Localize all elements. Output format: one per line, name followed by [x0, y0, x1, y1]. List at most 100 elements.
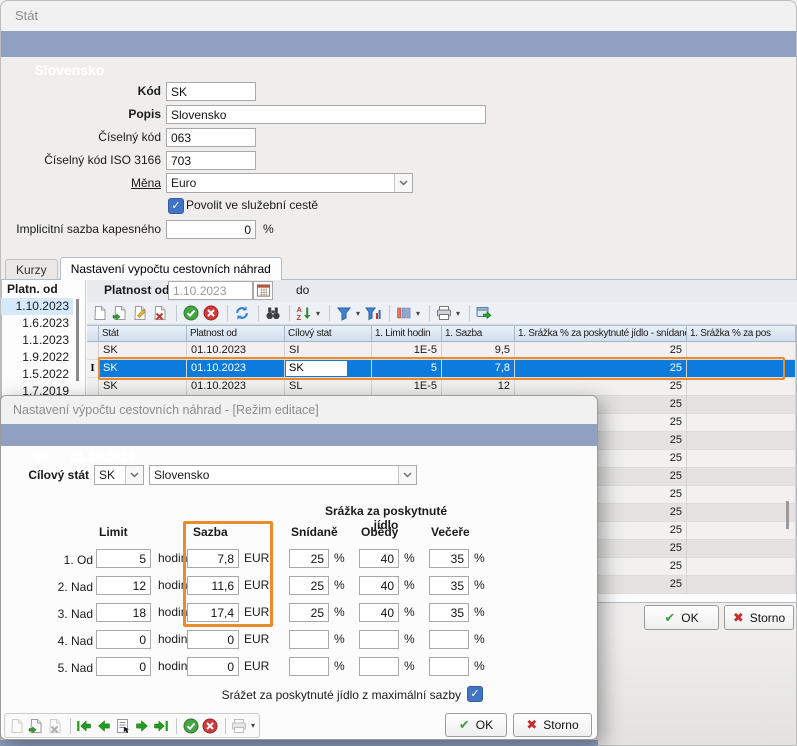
table-row[interactable]: SK01.10.2023SI1E-59,525: [87, 342, 796, 360]
snidane-input[interactable]: [289, 657, 329, 676]
povolit-checkbox[interactable]: [168, 198, 184, 214]
delete-record-icon[interactable]: [151, 305, 169, 322]
chevron-down-icon[interactable]: [398, 466, 416, 484]
date-list-item[interactable]: 1.9.2022: [1, 349, 73, 366]
snidane-input[interactable]: [289, 603, 329, 622]
mena-label[interactable]: Měna: [1, 173, 161, 193]
columns-dropdown-icon[interactable]: ▾: [416, 309, 420, 318]
limit-input[interactable]: [96, 603, 151, 622]
left-panel-header: Platn. od: [7, 282, 58, 296]
date-list-item[interactable]: 1.5.2022: [1, 366, 73, 383]
table-column-header[interactable]: 1. Srážka % za pos: [687, 326, 796, 341]
limit-input[interactable]: [96, 576, 151, 595]
limit-input[interactable]: [96, 657, 151, 676]
record-list-icon[interactable]: [114, 717, 131, 734]
inline-edit-cell[interactable]: SK: [286, 361, 347, 376]
chevron-down-icon[interactable]: [394, 174, 412, 192]
table-scrollbar-thumb[interactable]: [786, 501, 789, 529]
snidane-input[interactable]: [289, 630, 329, 649]
cancel-icon[interactable]: [202, 305, 220, 322]
ciselny-kod-input[interactable]: [166, 128, 256, 147]
srazet-checkbox[interactable]: [467, 686, 483, 702]
date-list-item[interactable]: 1.6.2023: [1, 315, 73, 332]
obedy-input[interactable]: [359, 603, 399, 622]
limit-input[interactable]: [96, 630, 151, 649]
prev-record-icon[interactable]: [95, 717, 112, 734]
table-column-header[interactable]: Cílový stat: [285, 326, 372, 341]
filter-icon[interactable]: [335, 305, 353, 322]
platnost-od-input[interactable]: [168, 281, 253, 300]
vecere-input[interactable]: [429, 549, 469, 568]
dialog-ok-button[interactable]: ✔ OK: [445, 713, 507, 737]
sazba-input[interactable]: [187, 549, 239, 568]
accept-icon[interactable]: [182, 305, 200, 322]
table-row[interactable]: SK01.10.2023SL1E-51225: [87, 378, 796, 396]
dialog-storno-button[interactable]: ✖ Storno: [513, 713, 592, 737]
cilovy-stat-code-combobox[interactable]: SK: [94, 465, 144, 485]
window-titlebar[interactable]: Stát: [1, 1, 796, 31]
last-record-icon[interactable]: [152, 717, 169, 734]
filter-dropdown-icon[interactable]: ▾: [356, 309, 360, 318]
refresh-icon[interactable]: [233, 305, 251, 322]
snidane-input[interactable]: [289, 576, 329, 595]
vecere-input[interactable]: [429, 630, 469, 649]
popis-input[interactable]: [166, 105, 486, 124]
left-scrollbar-thumb[interactable]: [76, 299, 79, 381]
snidane-input[interactable]: [289, 549, 329, 568]
print-icon[interactable]: [435, 305, 453, 322]
edit-record-icon[interactable]: [131, 305, 149, 322]
obedy-input[interactable]: [359, 630, 399, 649]
accept-icon[interactable]: [182, 717, 199, 734]
columns-icon[interactable]: [395, 305, 413, 322]
date-list-item[interactable]: 1.1.2023: [1, 332, 73, 349]
obedy-input[interactable]: [359, 549, 399, 568]
filter-chart-icon[interactable]: [364, 305, 382, 322]
sazba-input[interactable]: [187, 603, 239, 622]
copy-record-icon[interactable]: [111, 305, 129, 322]
kapesne-input[interactable]: [166, 220, 256, 239]
sazba-input[interactable]: [187, 630, 239, 649]
cilovy-stat-name-combobox[interactable]: Slovensko: [149, 465, 417, 485]
vecere-unit-label: %: [474, 630, 485, 649]
obedy-input[interactable]: [359, 576, 399, 595]
mena-combobox[interactable]: Euro: [166, 173, 413, 193]
vecere-input[interactable]: [429, 603, 469, 622]
sazba-input[interactable]: [187, 576, 239, 595]
date-list-item[interactable]: 1.10.2023: [1, 298, 73, 315]
copy-record-icon[interactable]: [27, 717, 44, 734]
first-record-icon[interactable]: [76, 717, 93, 734]
dialog-titlebar[interactable]: Nastavení výpočtu cestovních náhrad - [R…: [1, 396, 597, 424]
new-record-icon[interactable]: [91, 305, 109, 322]
iso-kod-input[interactable]: [166, 151, 256, 170]
export-icon[interactable]: [475, 305, 493, 322]
next-record-icon[interactable]: [133, 717, 150, 734]
table-column-header[interactable]: 1. Limit hodin: [372, 326, 442, 341]
tab-kurzy[interactable]: Kurzy: [5, 259, 58, 279]
table-column-header[interactable]: 1. Sazba: [442, 326, 515, 341]
print-dropdown-icon[interactable]: ▾: [456, 309, 460, 318]
table-cell: [687, 414, 796, 432]
limit-input[interactable]: [96, 549, 151, 568]
table-column-header[interactable]: 1. Srážka % za poskytnuté jídlo - snídan…: [515, 326, 687, 341]
vecere-input[interactable]: [429, 576, 469, 595]
storno-button[interactable]: ✖ Storno: [724, 605, 794, 630]
print-dropdown-icon[interactable]: ▾: [251, 721, 255, 730]
cancel-icon[interactable]: [201, 717, 218, 734]
table-header[interactable]: StátPlatnost odCílový stat1. Limit hodin…: [87, 325, 796, 342]
obedy-input[interactable]: [359, 657, 399, 676]
tab-nastaveni-nahrad[interactable]: Nastavení vypočtu cestovních náhrad: [60, 257, 282, 280]
sort-az-dropdown-icon[interactable]: ▾: [316, 309, 320, 318]
rate-row-label: 5. Nad: [29, 658, 93, 678]
sort-az-icon[interactable]: AZ: [295, 305, 313, 322]
record-header: Slovensko: [1, 31, 796, 57]
table-column-header[interactable]: Platnost od: [187, 326, 285, 341]
kod-input[interactable]: [166, 82, 256, 101]
table-row[interactable]: ISK01.10.2023SK57,825: [87, 360, 796, 378]
sazba-input[interactable]: [187, 657, 239, 676]
table-column-header[interactable]: Stát: [99, 326, 187, 341]
chevron-down-icon[interactable]: [125, 466, 143, 484]
search-icon[interactable]: [264, 305, 282, 322]
ok-button[interactable]: ✔ OK: [644, 605, 719, 630]
vecere-input[interactable]: [429, 657, 469, 676]
calendar-icon[interactable]: [253, 281, 273, 300]
